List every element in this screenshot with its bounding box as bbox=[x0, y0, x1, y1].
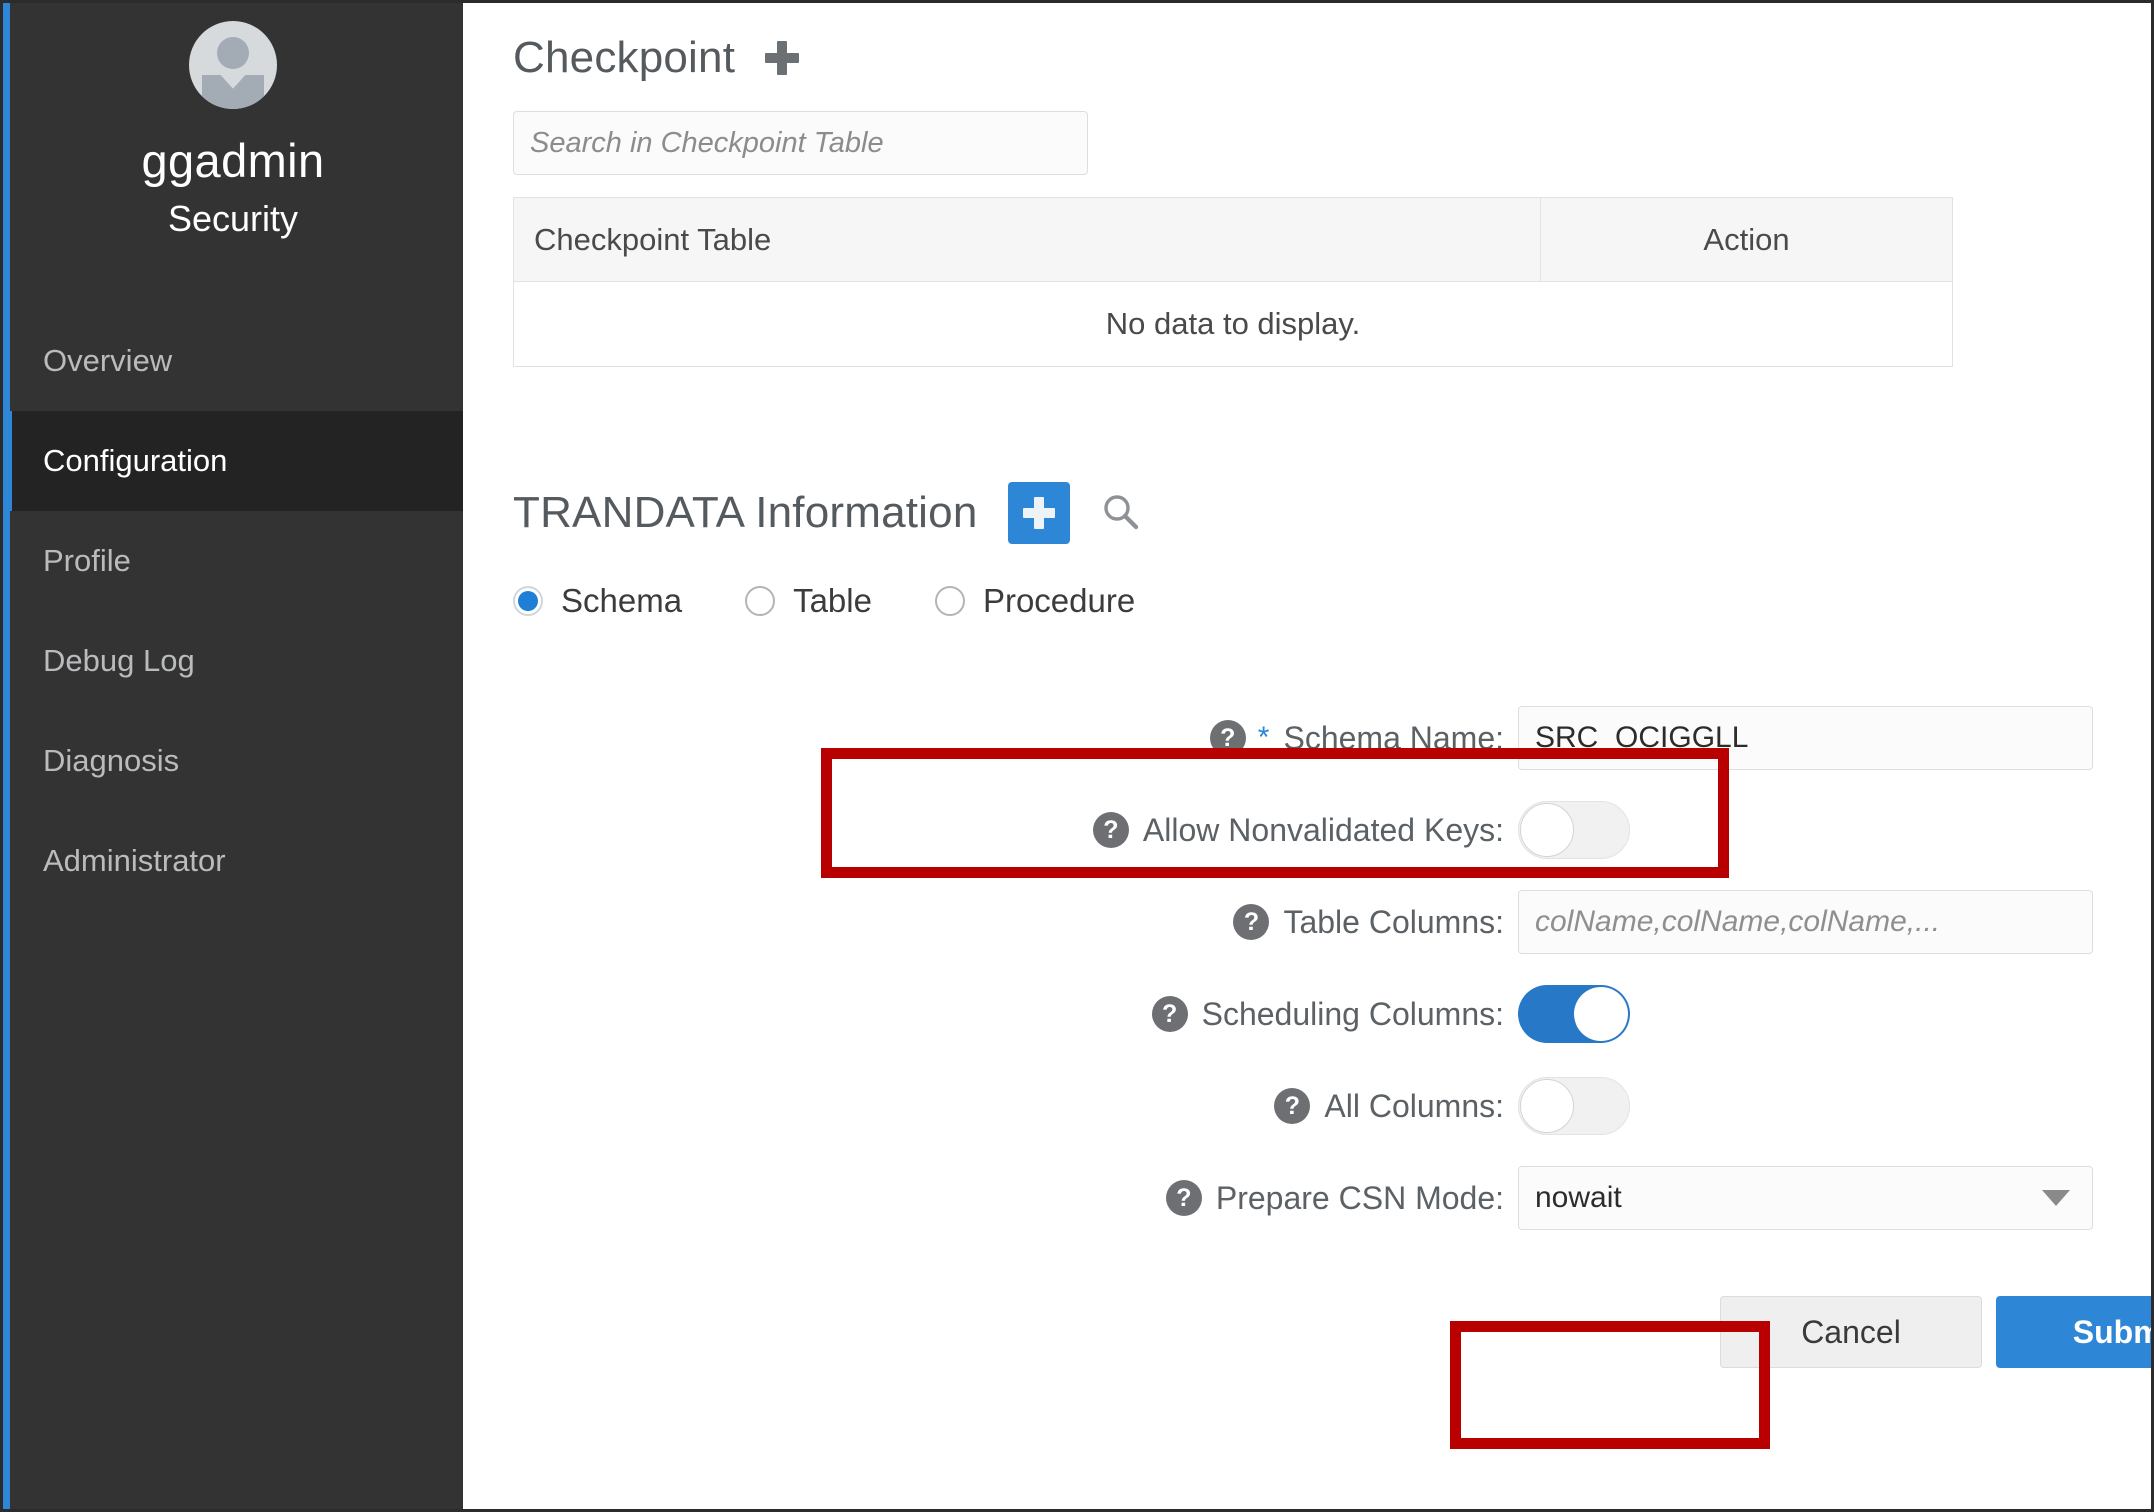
label-zone: ? Scheduling Columns: bbox=[513, 996, 1518, 1033]
all-columns-toggle[interactable] bbox=[1518, 1077, 1630, 1135]
radio-label: Procedure bbox=[982, 582, 1136, 619]
radio-dot-icon bbox=[745, 586, 776, 616]
help-circle-icon[interactable]: ? bbox=[1209, 720, 1246, 756]
trandata-header: TRANDATA Information bbox=[513, 482, 2151, 544]
trandata-type-radio-group: Schema Table Procedure bbox=[513, 582, 2151, 620]
radio-option-table[interactable]: Table bbox=[745, 582, 872, 620]
required-marker: * bbox=[1257, 721, 1270, 754]
help-circle-icon[interactable]: ? bbox=[1151, 996, 1188, 1032]
prepare-csn-mode-value: nowait bbox=[1535, 1181, 1622, 1214]
trandata-form: ? * Schema Name: ? Allow Nonvalidated Ke… bbox=[513, 692, 2151, 1368]
allow-nonvalidated-keys-toggle[interactable] bbox=[1518, 801, 1630, 859]
help-circle-icon[interactable]: ? bbox=[1092, 812, 1129, 848]
form-row-all-columns: ? All Columns: bbox=[513, 1060, 2151, 1152]
checkpoint-search-input[interactable] bbox=[513, 111, 1088, 175]
sidebar-item-label: Overview bbox=[43, 343, 173, 379]
sidebar-item-diagnosis[interactable]: Diagnosis bbox=[3, 711, 463, 811]
form-row-scheduling-columns: ? Scheduling Columns: bbox=[513, 968, 2151, 1060]
toggle-knob bbox=[1574, 987, 1628, 1041]
main-content: Checkpoint Checkpoint Table Action No da… bbox=[463, 3, 2151, 1509]
checkpoint-table: Checkpoint Table Action No data to displ… bbox=[513, 197, 1953, 367]
sidebar-item-label: Profile bbox=[43, 543, 131, 579]
checkpoint-table-body: No data to display. bbox=[513, 281, 1953, 367]
toggle-knob bbox=[1520, 1079, 1574, 1133]
prepare-csn-mode-label: Prepare CSN Mode: bbox=[1215, 1179, 1504, 1216]
label-zone: ? Allow Nonvalidated Keys: bbox=[513, 812, 1518, 849]
label-zone: ? * Schema Name: bbox=[513, 720, 1518, 757]
label-zone: ? All Columns: bbox=[513, 1088, 1518, 1125]
sidebar-item-configuration[interactable]: Configuration bbox=[3, 411, 463, 512]
user-avatar-icon bbox=[189, 21, 277, 109]
sidebar: ggadmin Security Overview Configuration … bbox=[3, 3, 463, 1509]
help-circle-icon[interactable]: ? bbox=[1165, 1180, 1202, 1216]
toggle-knob bbox=[1520, 803, 1574, 857]
radio-dot-icon bbox=[934, 586, 965, 616]
radio-dot-icon bbox=[513, 586, 543, 616]
checkpoint-title: Checkpoint bbox=[513, 33, 736, 82]
schema-name-input[interactable] bbox=[1518, 706, 2093, 770]
checkpoint-header: Checkpoint bbox=[513, 33, 2151, 83]
table-columns-label: Table Columns: bbox=[1283, 903, 1504, 940]
form-row-allow-nonvalidated-keys: ? Allow Nonvalidated Keys: bbox=[513, 784, 2151, 876]
plus-icon[interactable] bbox=[765, 41, 800, 75]
submit-button[interactable]: Submit bbox=[1996, 1296, 2151, 1368]
sidebar-item-administrator[interactable]: Administrator bbox=[3, 811, 463, 911]
scheduling-columns-toggle[interactable] bbox=[1518, 985, 1630, 1043]
empty-message: No data to display. bbox=[513, 281, 1953, 367]
table-header-row: Checkpoint Table Action bbox=[513, 197, 1953, 282]
sidebar-user-name: ggadmin bbox=[141, 134, 325, 187]
application-window: ggadmin Security Overview Configuration … bbox=[0, 0, 2154, 1512]
search-icon[interactable] bbox=[1100, 492, 1142, 534]
help-circle-icon[interactable]: ? bbox=[1274, 1088, 1311, 1124]
sidebar-item-label: Configuration bbox=[43, 443, 228, 479]
trandata-section: TRANDATA Information Schema Table Proced… bbox=[513, 482, 2151, 1368]
form-row-schema-name: ? * Schema Name: bbox=[513, 692, 2151, 784]
scheduling-columns-label: Scheduling Columns: bbox=[1201, 995, 1504, 1032]
sidebar-item-label: Administrator bbox=[43, 843, 226, 879]
column-header-action: Action bbox=[1540, 197, 1953, 282]
sidebar-item-overview[interactable]: Overview bbox=[3, 311, 463, 411]
checkpoint-table-head: Checkpoint Table Action bbox=[513, 197, 1953, 282]
add-trandata-button[interactable] bbox=[1007, 482, 1070, 544]
sidebar-nav: Overview Configuration Profile Debug Log… bbox=[3, 311, 463, 911]
form-row-table-columns: ? Table Columns: bbox=[513, 876, 2151, 968]
radio-label: Table bbox=[793, 582, 872, 619]
help-circle-icon[interactable]: ? bbox=[1233, 904, 1270, 940]
sidebar-item-label: Debug Log bbox=[43, 643, 195, 679]
radio-label: Schema bbox=[561, 582, 683, 619]
radio-option-schema[interactable]: Schema bbox=[513, 582, 682, 620]
cancel-button[interactable]: Cancel bbox=[1720, 1296, 1982, 1368]
allow-nonvalidated-keys-label: Allow Nonvalidated Keys: bbox=[1142, 811, 1504, 848]
column-header-checkpoint-table: Checkpoint Table bbox=[513, 197, 1541, 282]
schema-name-label: Schema Name: bbox=[1283, 719, 1504, 756]
chevron-down-icon bbox=[2042, 1190, 2070, 1206]
label-zone: ? Prepare CSN Mode: bbox=[513, 1180, 1518, 1217]
table-columns-input[interactable] bbox=[1518, 890, 2093, 954]
prepare-csn-mode-select[interactable]: nowait bbox=[1518, 1166, 2093, 1230]
table-row-empty: No data to display. bbox=[513, 281, 1953, 367]
radio-option-procedure[interactable]: Procedure bbox=[934, 582, 1136, 620]
sidebar-item-profile[interactable]: Profile bbox=[3, 511, 463, 611]
avatar-head-shape bbox=[217, 37, 249, 69]
form-row-prepare-csn-mode: ? Prepare CSN Mode: nowait bbox=[513, 1152, 2151, 1244]
sidebar-user-role: Security bbox=[167, 198, 299, 240]
avatar-body-shape bbox=[202, 75, 264, 109]
all-columns-label: All Columns: bbox=[1324, 1087, 1504, 1124]
label-zone: ? Table Columns: bbox=[513, 904, 1518, 941]
form-actions: Cancel Submit bbox=[513, 1296, 2151, 1368]
sidebar-item-debug-log[interactable]: Debug Log bbox=[3, 611, 463, 711]
trandata-title: TRANDATA Information bbox=[513, 488, 978, 537]
sidebar-item-label: Diagnosis bbox=[43, 743, 180, 779]
sidebar-profile: ggadmin Security bbox=[3, 3, 463, 238]
